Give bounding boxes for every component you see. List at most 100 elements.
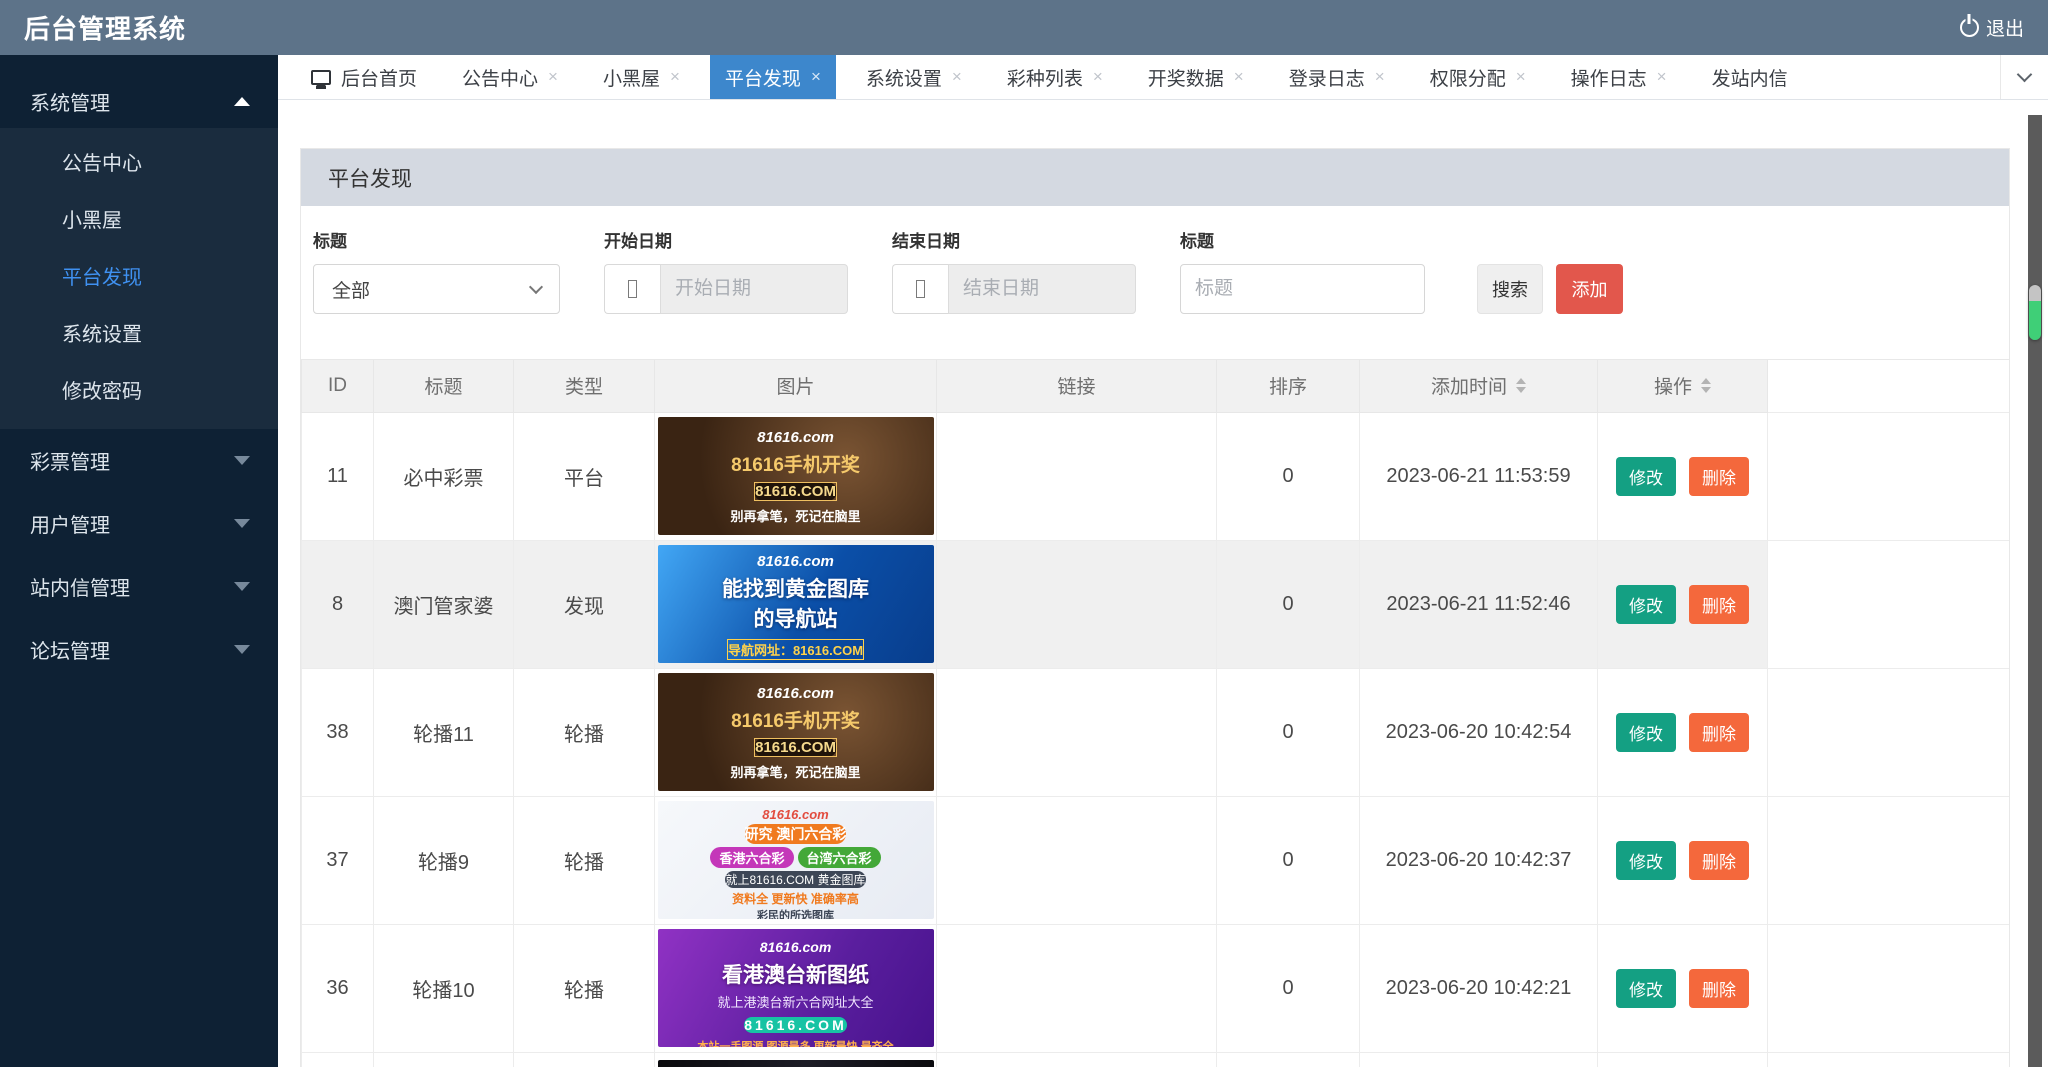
filter-title-label: 标题 bbox=[1180, 232, 1425, 252]
banner-line: 能找到黄金图库 bbox=[658, 573, 934, 603]
cell-id: 11 bbox=[302, 412, 374, 540]
logout-label: 退出 bbox=[1986, 14, 2024, 41]
type-select[interactable]: 全部 bbox=[313, 264, 560, 314]
tab-overflow-button[interactable] bbox=[2000, 55, 2048, 99]
calendar-glyph bbox=[916, 280, 925, 298]
edit-button[interactable]: 修改 bbox=[1616, 713, 1676, 752]
column-header-label: 图片 bbox=[776, 372, 814, 399]
sidebar-item[interactable]: 平台发现 bbox=[0, 250, 278, 307]
chevron-down-icon bbox=[234, 645, 250, 654]
banner-line: 资料全 更新快 准确率高 bbox=[658, 890, 934, 907]
scrollbar-thumb[interactable] bbox=[2029, 285, 2041, 340]
tab[interactable]: 权限分配× bbox=[1415, 55, 1541, 99]
banner-image bbox=[658, 1060, 934, 1067]
edit-button[interactable]: 修改 bbox=[1616, 841, 1676, 880]
cell-type: 发现 bbox=[514, 540, 655, 668]
tab[interactable]: 操作日志× bbox=[1556, 55, 1682, 99]
tab-label: 彩种列表 bbox=[1007, 64, 1083, 91]
tab[interactable]: 公告中心 × bbox=[447, 55, 573, 99]
logout-button[interactable]: 退出 bbox=[1960, 14, 2024, 41]
delete-button[interactable]: 删除 bbox=[1689, 713, 1749, 752]
tab[interactable]: 平台发现 × bbox=[710, 55, 836, 99]
tab[interactable]: 系统设置× bbox=[851, 55, 977, 99]
cell-type: 轮播 bbox=[514, 924, 655, 1052]
sidebar-section[interactable]: 论坛管理 bbox=[0, 618, 278, 681]
sidebar-section[interactable]: 系统管理 bbox=[0, 75, 278, 128]
column-header-label: 链接 bbox=[1057, 372, 1095, 399]
column-header[interactable]: 操作 bbox=[1598, 360, 1768, 412]
column-header-label: 类型 bbox=[565, 372, 603, 399]
tab[interactable]: 开奖数据× bbox=[1133, 55, 1259, 99]
delete-button[interactable]: 删除 bbox=[1689, 585, 1749, 624]
power-icon bbox=[1960, 18, 1979, 37]
chevron-down-icon bbox=[234, 582, 250, 591]
column-header: ID bbox=[302, 360, 374, 412]
end-date-input[interactable] bbox=[948, 264, 1136, 314]
row-actions: 修改删除 bbox=[1598, 457, 1767, 496]
table-row: 11必中彩票平台81616.com81616手机开奖81616.COM别再拿笔，… bbox=[302, 412, 2010, 540]
title-search-input[interactable] bbox=[1180, 264, 1425, 314]
sort-asc-icon bbox=[1516, 378, 1526, 384]
search-button[interactable]: 搜索 bbox=[1477, 264, 1543, 314]
close-icon[interactable]: × bbox=[1657, 67, 1667, 87]
banner-line: 81616.com bbox=[658, 553, 934, 570]
cell-actions: 修改删除 bbox=[1598, 412, 1768, 540]
edit-button[interactable]: 修改 bbox=[1616, 969, 1676, 1008]
filter-type-label: 标题 bbox=[313, 232, 560, 252]
row-actions: 修改删除 bbox=[1598, 841, 1767, 880]
delete-button[interactable]: 删除 bbox=[1689, 969, 1749, 1008]
tab-label: 平台发现 bbox=[725, 64, 801, 91]
sidebar-section-label: 彩票管理 bbox=[30, 446, 110, 475]
banner-image: 81616.com能找到黄金图库的导航站导航网址：81616.COM bbox=[658, 545, 934, 663]
sidebar-section[interactable]: 彩票管理 bbox=[0, 429, 278, 492]
close-icon[interactable]: × bbox=[548, 67, 558, 87]
chevron-up-icon bbox=[234, 97, 250, 106]
sidebar-item[interactable]: 修改密码 bbox=[0, 364, 278, 421]
calendar-glyph bbox=[628, 280, 637, 298]
sidebar: 系统管理公告中心小黑屋平台发现系统设置修改密码彩票管理用户管理站内信管理论坛管理 bbox=[0, 55, 278, 1067]
cell-filler bbox=[1768, 1052, 2010, 1067]
banner-line: 81616.com bbox=[658, 807, 934, 822]
sidebar-item[interactable]: 小黑屋 bbox=[0, 193, 278, 250]
close-icon[interactable]: × bbox=[1375, 67, 1385, 87]
edit-button[interactable]: 修改 bbox=[1616, 457, 1676, 496]
column-header[interactable]: 添加时间 bbox=[1360, 360, 1598, 412]
cell-time: 2023-06-20 10:42:21 bbox=[1360, 924, 1598, 1052]
delete-button[interactable]: 删除 bbox=[1689, 841, 1749, 880]
close-icon[interactable]: × bbox=[670, 67, 680, 87]
table-row: 38轮播11轮播81616.com81616手机开奖81616.COM别再拿笔，… bbox=[302, 668, 2010, 796]
tab-label: 公告中心 bbox=[462, 64, 538, 91]
banner-line: 香港六合彩 bbox=[710, 847, 793, 868]
tab[interactable]: 发站内信 bbox=[1697, 55, 1803, 99]
edit-button[interactable]: 修改 bbox=[1616, 585, 1676, 624]
delete-button[interactable]: 删除 bbox=[1689, 457, 1749, 496]
sidebar-item[interactable]: 系统设置 bbox=[0, 307, 278, 364]
sort-icon[interactable] bbox=[1701, 378, 1711, 393]
banner-line: 台湾六合彩 bbox=[798, 847, 881, 868]
sort-icon[interactable] bbox=[1516, 378, 1526, 393]
add-button[interactable]: 添加 bbox=[1556, 264, 1623, 314]
close-icon[interactable]: × bbox=[811, 67, 821, 87]
row-actions: 修改删除 bbox=[1598, 585, 1767, 624]
cell-image bbox=[655, 1052, 937, 1067]
sidebar-section[interactable]: 站内信管理 bbox=[0, 555, 278, 618]
tab[interactable]: 登录日志× bbox=[1274, 55, 1400, 99]
start-date-input[interactable] bbox=[660, 264, 848, 314]
tab[interactable]: 彩种列表 × bbox=[992, 55, 1118, 99]
close-icon[interactable]: × bbox=[1516, 67, 1526, 87]
sort-desc-icon bbox=[1701, 387, 1711, 393]
sidebar-section-label: 论坛管理 bbox=[30, 635, 110, 664]
column-header-label: 标题 bbox=[424, 372, 462, 399]
sidebar-section[interactable]: 用户管理 bbox=[0, 492, 278, 555]
cell-link bbox=[937, 540, 1217, 668]
table-row: 8澳门管家婆发现81616.com能找到黄金图库的导航站导航网址：81616.C… bbox=[302, 540, 2010, 668]
tab[interactable]: 小黑屋× bbox=[588, 55, 695, 99]
sidebar-item[interactable]: 公告中心 bbox=[0, 136, 278, 193]
page-title: 平台发现 bbox=[328, 163, 412, 193]
close-icon[interactable]: × bbox=[1234, 67, 1244, 87]
close-icon[interactable]: × bbox=[952, 67, 962, 87]
tabbar: 后台首页公告中心×小黑屋×平台发现×系统设置×彩种列表×开奖数据×登录日志×权限… bbox=[278, 55, 2048, 100]
tab[interactable]: 后台首页 bbox=[296, 55, 432, 99]
close-icon[interactable]: × bbox=[1093, 67, 1103, 87]
cell-filler bbox=[1768, 796, 2010, 924]
